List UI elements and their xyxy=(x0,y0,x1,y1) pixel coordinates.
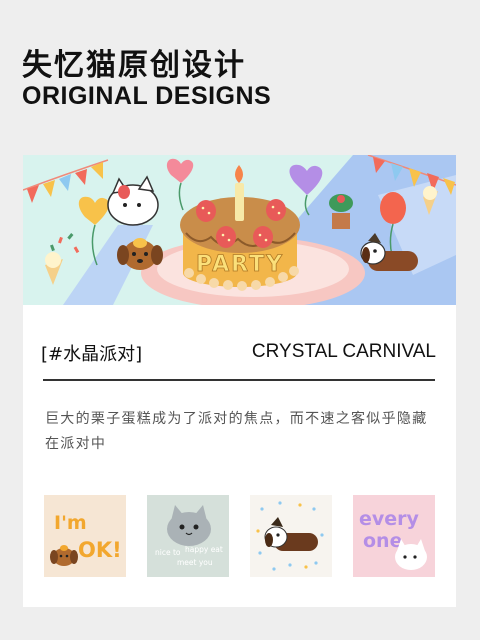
page-title-cn: 失忆猫原创设计 xyxy=(22,48,246,83)
dachshund-icon xyxy=(264,517,318,551)
sticker-text-line2: happy eat xyxy=(185,545,223,554)
sticker-text-line1: I'm xyxy=(54,512,87,534)
sticker-nice-to-meet-you[interactable]: nice to happy eat meet you xyxy=(147,495,229,577)
design-card: PARTY [#水晶派对] CRYSTAL CARNIVAL 巨大的栗子蛋糕成为… xyxy=(23,155,456,607)
section-description: 巨大的栗子蛋糕成为了派对的焦点，而不速之客似乎隐藏在派对中 xyxy=(45,411,428,452)
sticker-dachshund[interactable] xyxy=(250,495,332,577)
cake-text: PARTY xyxy=(196,252,284,277)
sticker-text-line2: OK! xyxy=(78,538,122,562)
sticker-text-line1: nice to xyxy=(155,548,181,557)
sticker-im-ok[interactable]: I'm OK! xyxy=(44,495,126,577)
divider xyxy=(43,379,435,381)
candle xyxy=(235,183,244,221)
cat-face-icon xyxy=(167,505,211,546)
sticker-text-line2: one xyxy=(363,530,402,552)
puppy-icon xyxy=(50,545,78,566)
sticker-text-line1: every xyxy=(359,508,420,530)
party-illustration: PARTY xyxy=(23,155,456,305)
sticker-text-line3: meet you xyxy=(177,558,213,567)
white-cat-icon xyxy=(395,539,427,570)
section-tag: [#水晶派对] xyxy=(41,344,143,365)
sticker-everyone[interactable]: every one xyxy=(353,495,435,577)
page-title-en: ORIGINAL DESIGNS xyxy=(22,82,272,110)
sticker-row: I'm OK! nice to happy eat meet you every… xyxy=(44,495,436,577)
section-title-en: CRYSTAL CARNIVAL xyxy=(251,341,436,362)
